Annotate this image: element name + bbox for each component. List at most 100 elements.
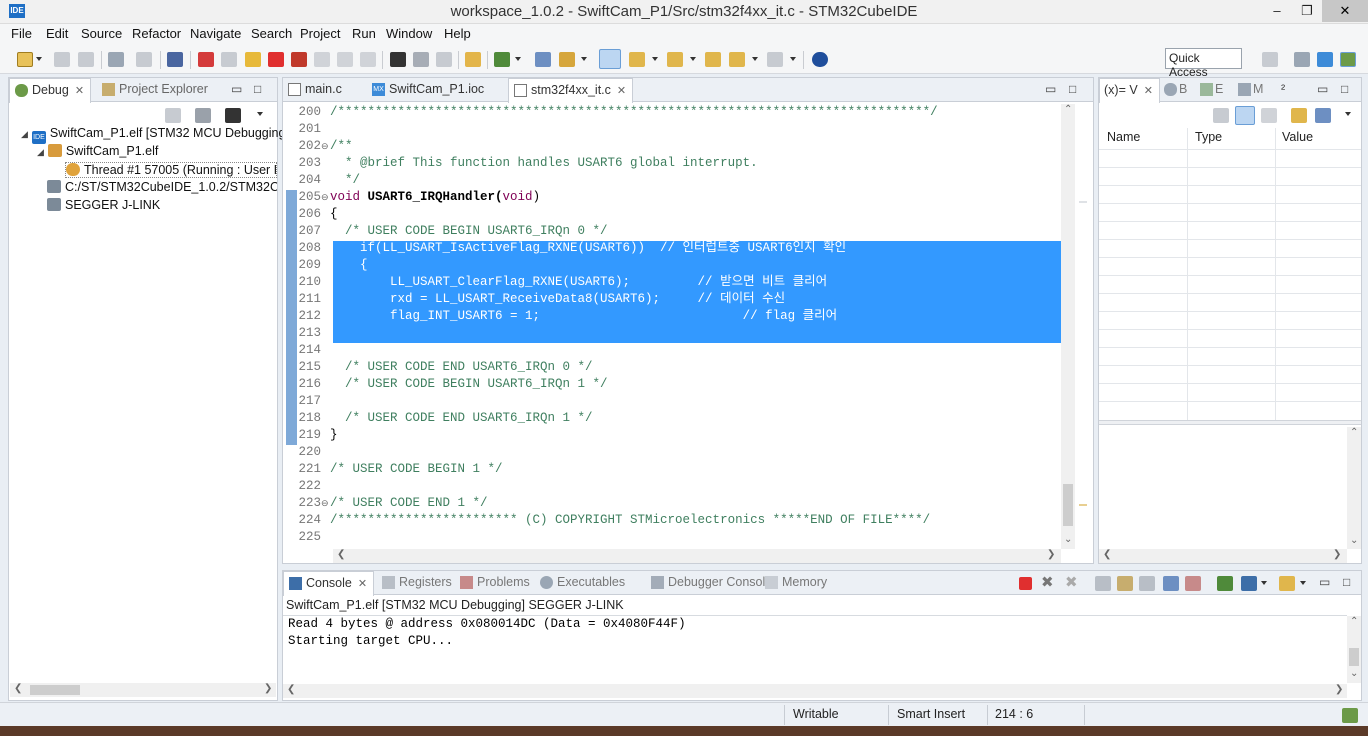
minimize-view-icon[interactable]: ▭ <box>1317 82 1328 96</box>
tab-registers[interactable]: Registers <box>377 571 458 595</box>
scroll-left-icon[interactable]: ❮ <box>14 683 22 694</box>
tab-project-explorer[interactable]: Project Explorer <box>97 78 214 102</box>
tab-console[interactable]: Console ✕ <box>283 571 375 596</box>
menu-window[interactable]: Window <box>386 26 432 41</box>
save-all-icon[interactable] <box>78 52 94 67</box>
scroll-left-icon[interactable]: ❮ <box>337 549 345 560</box>
maximize-button[interactable]: ❐ <box>1292 0 1322 22</box>
step-mode-icon[interactable] <box>225 108 241 123</box>
tab-main-c[interactable]: main.c <box>283 78 348 102</box>
fold-toggle-icon[interactable]: ⊖ <box>321 138 329 155</box>
mx-perspective-icon[interactable] <box>1317 52 1333 67</box>
relaunch-icon[interactable] <box>165 108 181 123</box>
scroll-up-icon[interactable]: ⌃ <box>1350 427 1358 438</box>
close-tab-icon[interactable]: ✕ <box>617 85 626 97</box>
menu-navigate[interactable]: Navigate <box>190 26 241 41</box>
detail-hscrollbar[interactable]: ❮ ❯ <box>1099 549 1347 563</box>
tab-modules[interactable]: M <box>1233 78 1269 102</box>
tab-variables[interactable]: (x)= V ✕ <box>1099 78 1160 103</box>
display-console-dropdown-icon[interactable] <box>1261 581 1267 585</box>
scroll-down-icon[interactable]: ⌄ <box>1350 668 1358 679</box>
detail-vscrollbar[interactable]: ⌃ ⌄ <box>1347 427 1361 549</box>
info-icon[interactable] <box>812 52 828 67</box>
open-perspective-icon[interactable] <box>1262 52 1278 67</box>
tab-breakpoints[interactable]: B <box>1159 78 1193 102</box>
collapse-all-icon[interactable] <box>1213 108 1229 123</box>
cpp-perspective-icon[interactable] <box>1294 52 1310 67</box>
tab-executables[interactable]: Executables <box>535 571 631 595</box>
forward-icon[interactable] <box>767 52 783 67</box>
scroll-left-icon[interactable]: ❮ <box>1103 549 1111 560</box>
code-line[interactable]: 221 /* USER CODE BEGIN 1 */ <box>283 461 1061 478</box>
menu-help[interactable]: Help <box>444 26 471 41</box>
scroll-right-icon[interactable]: ❯ <box>1335 684 1343 695</box>
forward-dropdown-icon[interactable] <box>790 57 796 61</box>
prev-annotation-dropdown-icon[interactable] <box>690 57 696 61</box>
scroll-right-icon[interactable]: ❯ <box>264 683 272 694</box>
maximize-view-icon[interactable]: □ <box>254 82 261 96</box>
layout-icon[interactable] <box>1261 108 1277 123</box>
tree-item-plugin-path[interactable]: C:/ST/STM32CubeIDE_1.0.2/STM32CubeIDE/pl… <box>47 180 277 194</box>
code-line[interactable]: 200 /************************************… <box>283 104 1061 121</box>
tab-stm32f4xx-it-c[interactable]: stm32f4xx_it.c ✕ <box>508 78 634 103</box>
remove-all-icon[interactable]: ✖ <box>1065 573 1078 591</box>
save-icon[interactable] <box>54 52 70 67</box>
code-line[interactable]: 207 /* USER CODE BEGIN USART6_IRQn 0 */ <box>283 223 1061 240</box>
show-type-names-icon[interactable] <box>1235 106 1255 125</box>
code-line[interactable]: 222 <box>283 478 1061 495</box>
remove-terminated-icon[interactable] <box>195 108 211 123</box>
pin-console-icon[interactable] <box>1217 576 1233 591</box>
debug-perspective-icon[interactable] <box>1340 52 1356 67</box>
scroll-up-icon[interactable]: ⌃ <box>1064 104 1072 115</box>
code-line[interactable]: 210 LL_USART_ClearFlag_RXNE(USART6); // … <box>283 274 1061 291</box>
last-edit-icon[interactable] <box>705 52 721 67</box>
tab-ioc[interactable]: MX SwiftCam_P1.ioc <box>367 78 490 102</box>
quick-access-field[interactable]: Quick Access <box>1165 48 1242 79</box>
maximize-view-icon[interactable]: □ <box>1341 82 1348 96</box>
code-line[interactable]: 208 if(LL_USART_IsActiveFlag_RXNE(USART6… <box>283 240 1061 257</box>
code-line[interactable]: 224 /************************ (C) COPYRIG… <box>283 512 1061 529</box>
code-line[interactable]: 215 /* USER CODE END USART6_IRQn 0 */ <box>283 359 1061 376</box>
close-tab-icon[interactable]: ✕ <box>358 578 367 590</box>
tab-overflow[interactable]: ² <box>1273 78 1291 102</box>
code-line[interactable]: 212 flag_INT_USART6 = 1; // flag 클리어 <box>283 308 1061 325</box>
view-menu-icon[interactable] <box>1345 112 1351 116</box>
menu-project[interactable]: Project <box>300 26 340 41</box>
back-dropdown-icon[interactable] <box>752 57 758 61</box>
code-line[interactable]: 201 <box>283 121 1061 138</box>
code-line[interactable]: 214 } <box>283 342 1061 359</box>
code-area[interactable]: 200 /************************************… <box>283 104 1061 549</box>
console-hscrollbar[interactable]: ❮ ❯ <box>283 684 1347 698</box>
display-console-icon[interactable] <box>1241 576 1257 591</box>
suspend-icon[interactable] <box>245 52 261 67</box>
close-tab-icon[interactable]: ✕ <box>75 85 84 97</box>
collapse-icon[interactable]: ◢ <box>21 129 28 139</box>
tools-icon[interactable] <box>559 52 575 67</box>
back-icon[interactable] <box>729 52 745 67</box>
skip-breakpoints-icon[interactable] <box>167 52 183 67</box>
resume-icon[interactable] <box>221 52 237 67</box>
code-line[interactable]: 225 <box>283 529 1061 546</box>
open-task-icon[interactable] <box>535 52 551 67</box>
hand-icon[interactable] <box>465 52 481 67</box>
step-over-icon[interactable] <box>337 52 353 67</box>
tab-memory[interactable]: Memory <box>760 571 833 595</box>
clear-console-icon[interactable] <box>1095 576 1111 591</box>
fold-toggle-icon[interactable]: ⊖ <box>321 189 329 206</box>
highlight-icon[interactable] <box>599 49 621 69</box>
open-console-dropdown-icon[interactable] <box>1300 581 1306 585</box>
scroll-down-icon[interactable]: ⌄ <box>1064 534 1072 545</box>
menu-file[interactable]: File <box>11 26 32 41</box>
code-line[interactable]: 220 <box>283 444 1061 461</box>
code-line[interactable]: 216 /* USER CODE BEGIN USART6_IRQn 1 */ <box>283 376 1061 393</box>
view-menu-icon[interactable] <box>257 112 263 116</box>
detail-splitter[interactable] <box>1099 420 1361 425</box>
menu-source[interactable]: Source <box>81 26 122 41</box>
terminate-relaunch-icon[interactable] <box>198 52 214 67</box>
remove-launch-icon[interactable]: ✖ <box>1041 573 1054 591</box>
tree-item-elf[interactable]: ◢ SwiftCam_P1.elf <box>37 144 158 158</box>
disconnect-icon[interactable] <box>291 52 307 67</box>
new-dropdown-icon[interactable] <box>36 57 42 61</box>
add-global-icon[interactable] <box>1291 108 1307 123</box>
build-binary-icon[interactable] <box>108 52 124 67</box>
